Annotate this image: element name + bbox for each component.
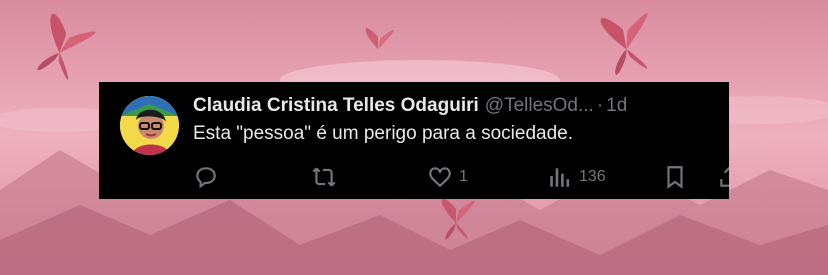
tweet-card[interactable]: Claudia Cristina Telles Odaguiri @TellesO… — [99, 82, 729, 199]
share-button[interactable] — [717, 162, 729, 192]
user-handle[interactable]: @TellesOd... — [485, 95, 594, 116]
heart-icon — [429, 167, 451, 188]
timestamp[interactable]: 1d — [606, 95, 627, 116]
views-button[interactable]: 136 — [547, 162, 606, 192]
retweet-button[interactable] — [311, 162, 343, 192]
avatar[interactable] — [120, 96, 179, 155]
tweet-text: Esta "pessoa" é um perigo para a socieda… — [193, 123, 573, 144]
bookmark-icon — [667, 166, 683, 189]
reply-button[interactable] — [193, 162, 225, 192]
views-count: 136 — [579, 168, 606, 185]
like-button[interactable]: 1 — [427, 162, 468, 192]
bookmark-button[interactable] — [662, 162, 688, 192]
retweet-icon — [312, 167, 336, 187]
reply-icon — [196, 167, 216, 189]
views-icon — [550, 168, 570, 187]
display-name[interactable]: Claudia Cristina Telles Odaguiri — [193, 95, 479, 116]
tweet-actions: 1 136 — [99, 162, 729, 192]
separator-dot: · — [596, 95, 604, 116]
like-count: 1 — [459, 168, 468, 185]
share-icon — [720, 166, 729, 187]
tweet-header: Claudia Cristina Telles Odaguiri @TellesO… — [193, 94, 627, 118]
